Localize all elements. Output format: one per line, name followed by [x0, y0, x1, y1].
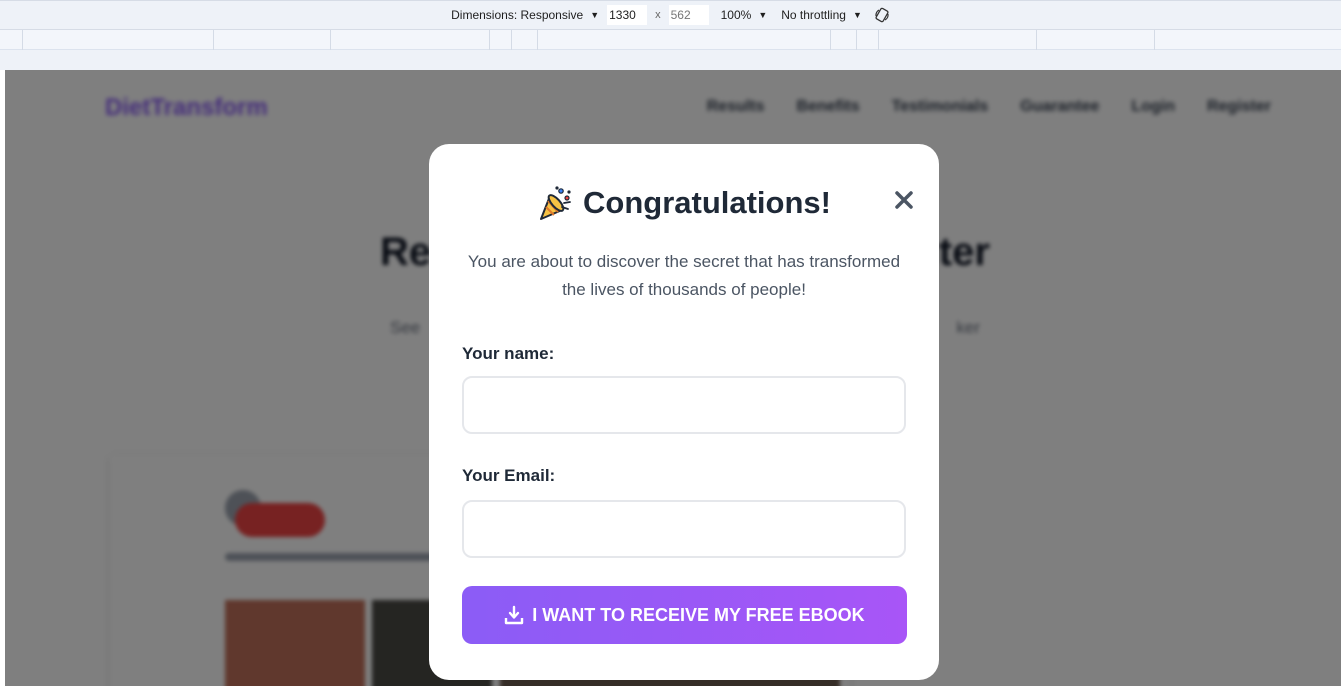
ruler-tick	[1036, 30, 1037, 50]
ruler-tick	[1154, 30, 1155, 50]
receive-ebook-label: I WANT TO RECEIVE MY FREE EBOOK	[532, 604, 865, 625]
throttling-select[interactable]: No throttling ▼	[781, 8, 862, 22]
ruler-tick	[537, 30, 538, 50]
ebook-modal: Congratulations! You are about to discov…	[429, 144, 939, 680]
rotate-icon[interactable]	[874, 7, 890, 23]
modal-title: Congratulations!	[583, 185, 831, 220]
ruler-tick	[878, 30, 879, 50]
close-icon	[895, 191, 913, 209]
email-label: Your Email:	[462, 466, 556, 485]
download-icon	[505, 605, 524, 625]
ruler-tick	[489, 30, 490, 50]
name-label: Your name:	[462, 344, 555, 363]
dimensions-label: Dimensions: Responsive	[451, 8, 584, 22]
zoom-select[interactable]: 100% ▼	[721, 8, 768, 22]
zoom-label: 100%	[720, 8, 752, 22]
receive-ebook-button[interactable]: I WANT TO RECEIVE MY FREE EBOOK	[462, 586, 907, 644]
dimensions-select[interactable]: Dimensions: Responsive ▼	[451, 8, 599, 22]
throttling-label: No throttling	[781, 8, 846, 22]
devtools-toolbar: Dimensions: Responsive ▼ x 100% ▼ No throt…	[0, 0, 1341, 30]
height-input[interactable]	[668, 5, 709, 25]
width-input[interactable]	[607, 5, 648, 25]
ruler-tick	[22, 30, 23, 50]
party-popper-icon	[540, 186, 571, 220]
ruler-tick	[213, 30, 214, 50]
modal-header: Congratulations!	[429, 184, 939, 222]
ruler-tick	[856, 30, 857, 50]
devtools-gutter	[0, 50, 1341, 70]
chevron-down-icon: ▼	[758, 10, 768, 20]
ruler-tick	[511, 30, 512, 50]
ruler-tick	[330, 30, 331, 50]
media-query-ruler	[0, 30, 1341, 50]
name-input[interactable]	[462, 376, 906, 434]
email-input[interactable]	[462, 500, 906, 558]
close-button[interactable]	[892, 188, 916, 212]
modal-description: You are about to discover the secret tha…	[467, 252, 901, 299]
chevron-down-icon: ▼	[590, 10, 600, 20]
dimension-separator: x	[655, 9, 661, 21]
chevron-down-icon: ▼	[852, 10, 862, 20]
ruler-tick	[830, 30, 831, 50]
